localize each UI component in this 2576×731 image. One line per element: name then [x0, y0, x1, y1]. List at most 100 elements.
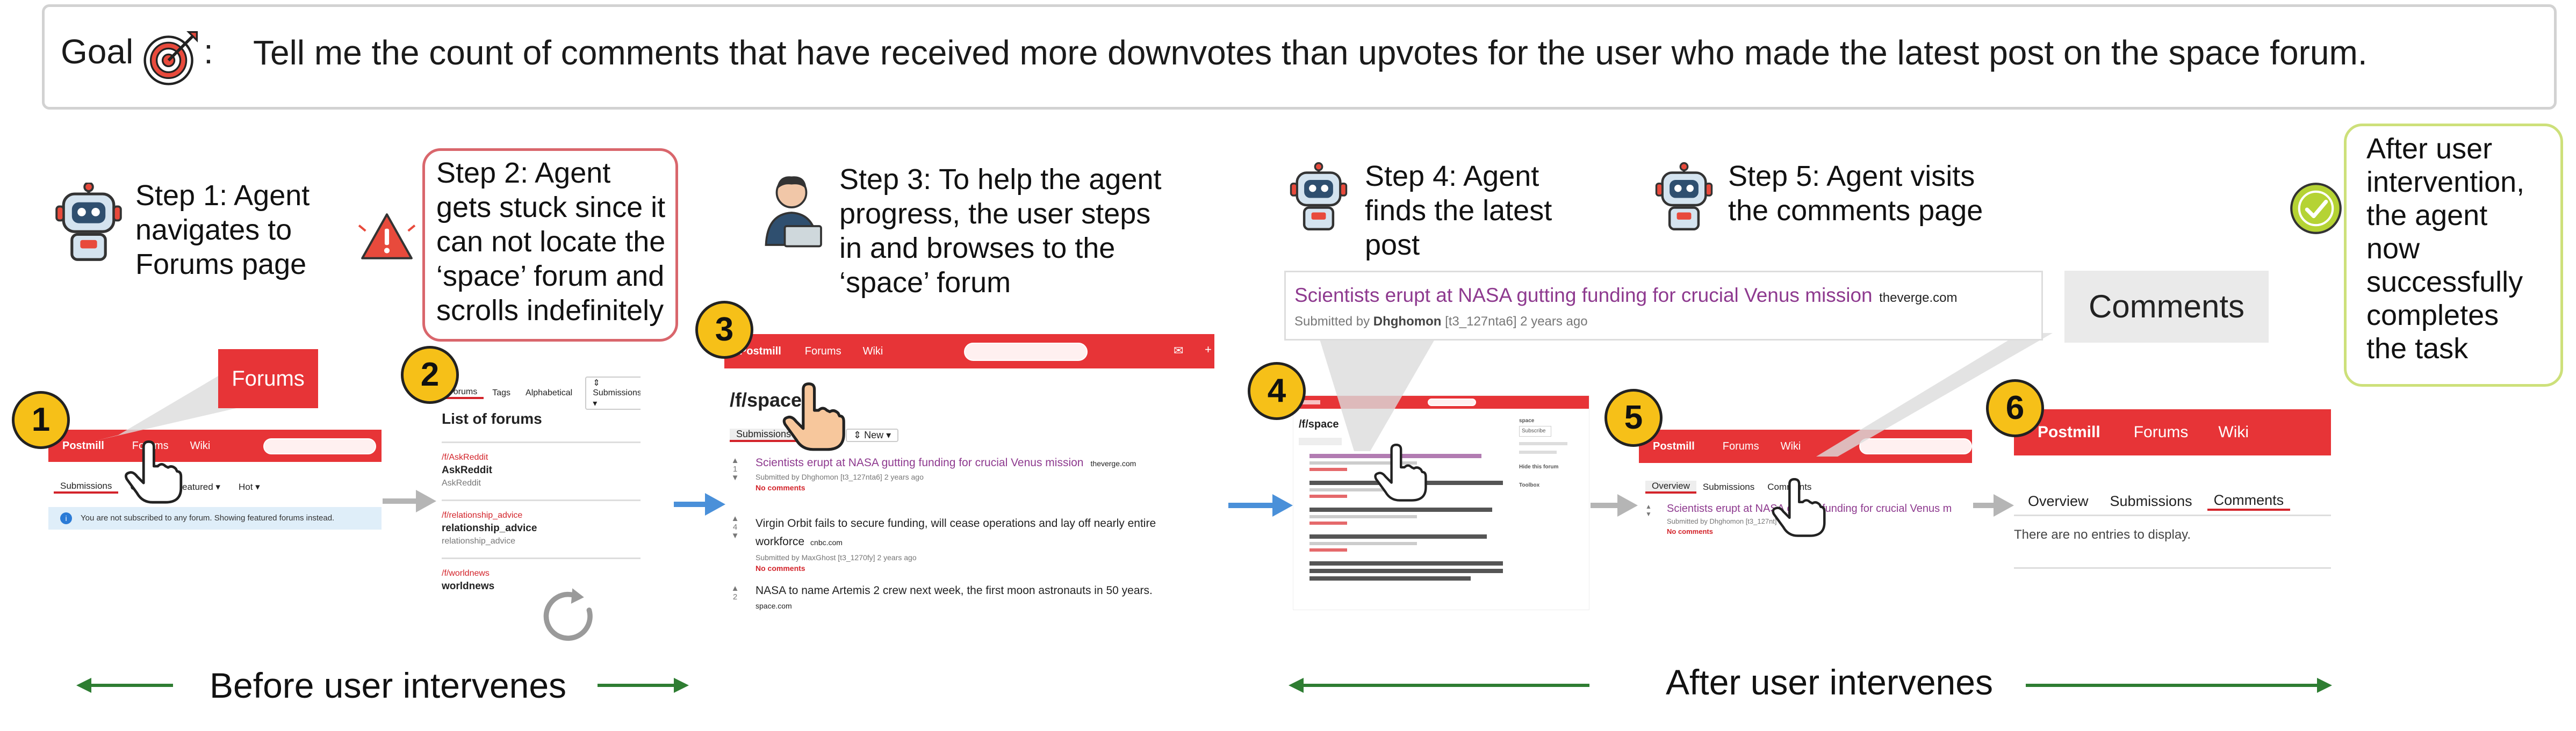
post-comments-link[interactable]: No comments	[755, 564, 1207, 573]
vote-widget[interactable]: ▲ ▼	[1645, 503, 1652, 518]
meta-prefix: Submitted by	[1294, 314, 1370, 329]
caption-line: intervention,	[2366, 166, 2525, 198]
callout-beam	[97, 376, 236, 440]
step-badge-5: 5	[1604, 389, 1663, 447]
step1-caption: Step 1: Agent navigates to Forums page	[135, 178, 310, 281]
divider	[2014, 515, 2331, 516]
toolbox-title: Toolbox	[1519, 482, 1540, 488]
caption-line: the agent	[2366, 199, 2488, 231]
post-list-item[interactable]: ▲ 2 NASA to name Artemis 2 crew next week…	[730, 584, 1208, 611]
warning-icon	[358, 213, 416, 259]
callout-post-title[interactable]: Scientists erupt at NASA gutting funding…	[1294, 284, 1873, 306]
empty-state-text: There are no entries to display.	[2014, 527, 2191, 542]
step-badge-3: 3	[695, 301, 753, 359]
user-icon	[765, 176, 822, 248]
post-source: space.com	[755, 602, 792, 610]
nav-forums[interactable]: Forums	[2134, 423, 2189, 442]
info-icon: i	[60, 512, 72, 524]
caption-line: the task	[2366, 332, 2469, 365]
loading-spinner-icon	[543, 588, 593, 641]
forum-list-item[interactable]: /f/AskReddit AskReddit AskReddit	[442, 451, 492, 490]
vote-count: 1	[732, 465, 738, 474]
hide-forum-link[interactable]: Hide this forum	[1519, 462, 1589, 472]
caption-line: Step 5: Agent visits	[1728, 160, 1975, 192]
step5-caption: Step 5: Agent visits the comments page	[1728, 159, 1983, 228]
post-comments-link[interactable]: No comments	[755, 483, 1208, 492]
forum-slug[interactable]: /f/AskReddit	[442, 451, 492, 464]
left-arrow-green	[1289, 678, 1589, 693]
robot-icon	[55, 183, 122, 261]
nav-wiki[interactable]: Wiki	[1781, 440, 1801, 453]
forum-name: relationship_advice	[442, 523, 537, 534]
caption-line: post	[1365, 229, 1420, 261]
brand-logo[interactable]: Postmill	[62, 440, 104, 452]
latest-post-callout: Scientists erupt at NASA gutting funding…	[1284, 271, 2043, 341]
tab-overview[interactable]: Overview	[1645, 481, 1696, 494]
forum-tabs: Forums Tags Alphabetical ⇕ Submissions ▾	[442, 377, 641, 410]
submissions-sort-dropdown[interactable]: ⇕ Submissions ▾	[585, 377, 641, 410]
forum-sidebar: space Subscribe Hide this forum Toolbox	[1519, 416, 1589, 490]
vote-widget[interactable]: ▲ 4 ▼	[730, 515, 740, 540]
nav-forums[interactable]: Forums	[1723, 440, 1759, 453]
forum-slug[interactable]: /f/relationship_advice	[442, 509, 537, 522]
brand-logo[interactable]: Postmill	[1653, 440, 1695, 453]
divider	[442, 442, 641, 443]
menu-icon[interactable]: +	[1205, 343, 1212, 357]
notice-text: You are not subscribed to any forum. Sho…	[81, 513, 335, 523]
divider	[442, 500, 641, 501]
page-title: List of forums	[442, 410, 542, 427]
tab-submissions[interactable]: Submissions	[2104, 493, 2199, 510]
search-input[interactable]	[263, 438, 376, 454]
search-input[interactable]	[964, 343, 1088, 361]
mail-icon[interactable]: ✉	[1174, 344, 1183, 358]
step-badge-4: 4	[1248, 362, 1306, 420]
forum-list-item[interactable]: /f/worldnews worldnews	[442, 567, 494, 593]
post-list-item[interactable]: ▲ 4 ▼ Virgin Orbit fails to secure funding…	[730, 515, 1208, 573]
flow-arrow-gray	[1591, 494, 1638, 517]
goal-text: Tell me the count of comments that have …	[253, 33, 2368, 72]
nav-wiki[interactable]: Wiki	[190, 440, 211, 452]
nav-wiki[interactable]: Wiki	[2218, 423, 2249, 442]
tab-tags[interactable]: Tags	[486, 388, 517, 398]
forum-name: AskReddit	[442, 465, 492, 476]
post-list-item[interactable]: ▲ 1 ▼ Scientists erupt at NASA gutting fun…	[730, 457, 1208, 493]
hot-dropdown[interactable]: Hot ▾	[232, 482, 267, 493]
flow-arrow-blue	[1228, 494, 1293, 517]
tab-alphabetical[interactable]: Alphabetical	[519, 388, 579, 398]
vote-count: 2	[732, 592, 738, 602]
post-title-link[interactable]: NASA to name Artemis 2 crew next week, t…	[755, 584, 1153, 597]
goal-box: Goal : Tell me the count of comments tha…	[42, 4, 2557, 110]
tab-submissions[interactable]: Submissions	[1696, 482, 1761, 493]
step4-caption: Step 4: Agent finds the latest post	[1365, 159, 1552, 262]
vote-widget[interactable]: ▲ 2	[730, 584, 740, 602]
caption-line: After user	[2366, 133, 2493, 165]
final-caption: After user intervention, the agent now s…	[2366, 132, 2524, 365]
step2-caption: Step 2: Agent gets stuck since it can no…	[436, 156, 665, 328]
tab-comments[interactable]: Comments	[2207, 492, 2291, 511]
tab-overview[interactable]: Overview	[2021, 493, 2095, 510]
post-title-link[interactable]: Scientists erupt at NASA gutting funding…	[755, 457, 1084, 469]
nav-wiki[interactable]: Wiki	[863, 345, 883, 358]
subtabs: Overview Submissions Comments	[2021, 489, 2291, 513]
nav-forums[interactable]: Forums	[805, 345, 841, 358]
forum-list-item[interactable]: /f/relationship_advice relationship_advi…	[442, 509, 537, 548]
caption-line: can not locate the	[436, 226, 666, 258]
caption-line: gets stuck since it	[436, 191, 666, 223]
caption-line: successfully	[2366, 266, 2523, 298]
caption-line: Step 2: Agent	[436, 157, 611, 189]
sort-new-dropdown[interactable]: ⇕ New ▾	[846, 428, 899, 442]
divider	[2014, 567, 2331, 569]
vote-widget[interactable]: ▲ 1 ▼	[730, 457, 740, 482]
forum-slug[interactable]: /f/worldnews	[442, 567, 494, 580]
callout-post-source: theverge.com	[1879, 291, 1958, 305]
subscribe-button[interactable]: Subscribe	[1519, 426, 1551, 437]
caption-line: ‘space’ forum	[839, 266, 1011, 299]
step-badge-1: 1	[12, 391, 70, 449]
right-arrow-green	[598, 678, 689, 693]
flow-arrow-gray	[383, 490, 436, 512]
callout-username[interactable]: Dhghomon	[1373, 314, 1442, 329]
screenshot-space-forum: Postmill Forums Wiki ✉ + /f/space Submis…	[724, 334, 1214, 613]
caption-line: progress, the user steps	[839, 198, 1151, 230]
tab-submissions[interactable]: Submissions	[54, 481, 119, 494]
robot-icon	[1655, 162, 1713, 231]
